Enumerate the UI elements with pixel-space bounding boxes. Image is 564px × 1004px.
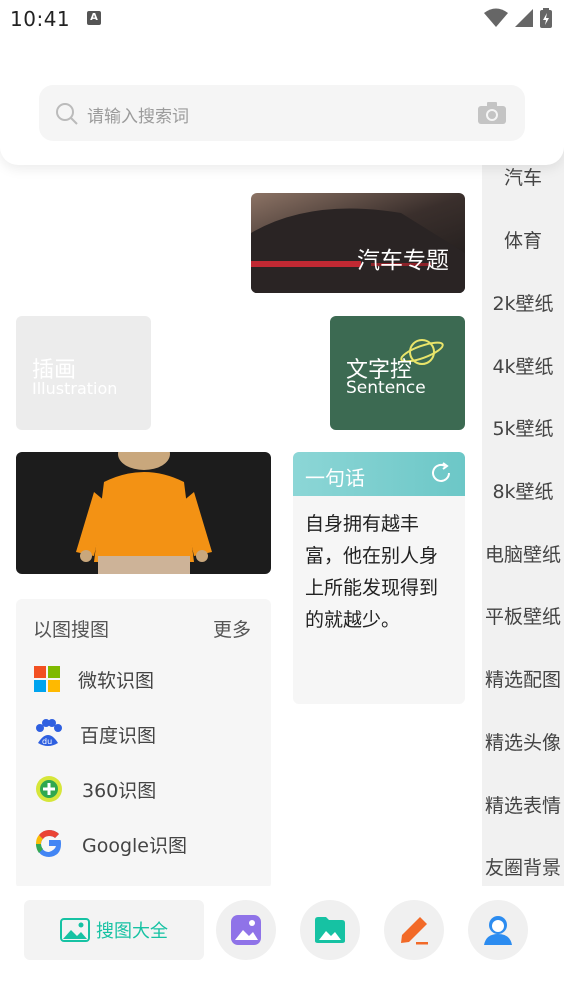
- image-search-label: 微软识图: [78, 669, 155, 692]
- image-icon: [231, 915, 261, 945]
- category-item[interactable]: 2k壁纸: [482, 289, 564, 316]
- category-item[interactable]: 精选头像: [482, 728, 564, 755]
- image-search-title: 以图搜图: [33, 619, 110, 641]
- sentence-category-tile[interactable]: 文字控 Sentence: [330, 316, 465, 430]
- category-item[interactable]: 平板壁纸: [482, 602, 564, 629]
- category-item[interactable]: 电脑壁纸: [482, 540, 564, 567]
- image-search-item-google[interactable]: Google识图: [34, 824, 187, 864]
- image-search-item-360[interactable]: 360识图: [34, 769, 156, 809]
- illustration-subtitle: Illustration: [32, 379, 118, 398]
- category-item[interactable]: 5k壁纸: [482, 414, 564, 441]
- refresh-icon[interactable]: [429, 461, 453, 485]
- sentence-text: 自身拥有越丰富，他在别人身上所能发现得到的就越少。: [305, 513, 439, 631]
- search-panel: 10:41 A 请输入搜索词: [0, 0, 564, 165]
- image-search-card: 以图搜图 更多 微软识图 du 百度识图 360识图 Google识图: [16, 599, 271, 889]
- image-search-more-link[interactable]: 更多: [213, 615, 251, 642]
- folder-image-icon: [315, 917, 345, 943]
- search-gallery-button[interactable]: 搜图大全: [24, 900, 204, 960]
- wallpaper-tile[interactable]: [16, 452, 271, 574]
- category-item[interactable]: 8k壁纸: [482, 477, 564, 504]
- image-search-label: 百度识图: [80, 724, 157, 747]
- category-item[interactable]: 汽车: [482, 163, 564, 190]
- category-item[interactable]: 体育: [482, 226, 564, 253]
- category-item[interactable]: 精选表情: [482, 791, 564, 818]
- image-search-item-baidu[interactable]: du 百度识图: [34, 714, 156, 754]
- nav-profile-button[interactable]: [468, 900, 528, 960]
- search-icon: [56, 103, 78, 125]
- microsoft-icon: [34, 666, 60, 692]
- sentence-header: 一句话: [293, 452, 465, 496]
- nav-edit-button[interactable]: [384, 900, 444, 960]
- status-time-overlay: 10:41: [10, 7, 71, 31]
- svg-text:du: du: [42, 737, 52, 746]
- category-item[interactable]: 4k壁纸: [482, 352, 564, 379]
- signal-icon: [515, 9, 533, 27]
- status-icons-overlay: [484, 8, 552, 28]
- nav-image-button[interactable]: [216, 900, 276, 960]
- user-icon: [484, 916, 512, 945]
- notification-icon-overlay: A: [87, 11, 101, 25]
- sentence-card: 一句话 自身拥有越丰富，他在别人身上所能发现得到的就越少。: [293, 452, 465, 704]
- wifi-icon: [484, 8, 508, 27]
- sentence-category-subtitle: Sentence: [346, 378, 426, 398]
- baidu-icon: du: [36, 719, 62, 746]
- category-item[interactable]: 友圈背景: [482, 853, 564, 880]
- category-item[interactable]: 精选配图: [482, 665, 564, 692]
- search-input[interactable]: 请输入搜索词: [39, 85, 525, 141]
- 360-icon: [36, 776, 62, 802]
- battery-icon: [540, 8, 552, 28]
- landscape-icon: [60, 918, 90, 942]
- search-placeholder: 请输入搜索词: [87, 107, 189, 127]
- image-search-label: Google识图: [82, 834, 188, 857]
- sentence-title: 一句话: [305, 466, 365, 490]
- image-search-label: 360识图: [82, 779, 157, 802]
- bottom-navigation: 搜图大全: [0, 886, 564, 1004]
- pencil-icon: [401, 917, 428, 945]
- car-topic-title: 汽车专题: [357, 248, 449, 274]
- camera-icon[interactable]: [477, 101, 507, 125]
- google-icon: [36, 830, 61, 857]
- car-topic-tile[interactable]: 汽车专题: [251, 193, 465, 293]
- illustration-tile[interactable]: 插画 Illustration: [16, 316, 151, 430]
- search-gallery-label: 搜图大全: [96, 921, 168, 942]
- wallpaper-illustration: [76, 452, 212, 574]
- nav-folder-button[interactable]: [300, 900, 360, 960]
- image-search-item-microsoft[interactable]: 微软识图: [34, 659, 154, 699]
